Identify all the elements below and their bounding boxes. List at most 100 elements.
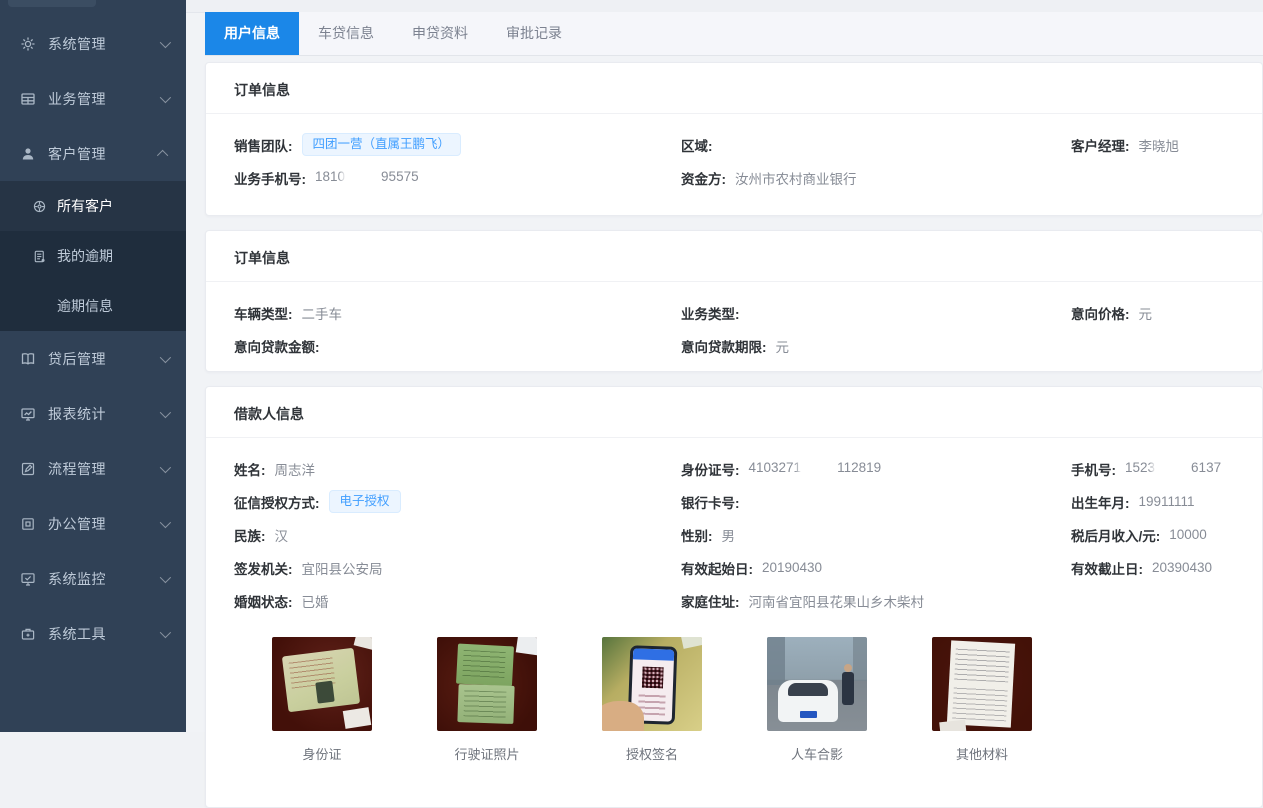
main-content: 用户信息 车贷信息 申贷资料 审批记录 订单信息 销售团队: 四团一营（直属王鹏… — [186, 0, 1263, 732]
field-customer-manager: 客户经理: 李晓旭 — [1071, 135, 1238, 155]
field-label: 有效起始日: — [681, 558, 753, 578]
field-value: 元 — [776, 336, 790, 356]
field-gender: 性别: 男 — [681, 525, 1071, 545]
loan-intent-card: 订单信息 车辆类型: 二手车 业务类型: 意向价格: 元 意向贷款金额: — [205, 230, 1263, 372]
field-id-number: 身份证号: 4103271112819 — [681, 459, 1071, 479]
photo-caption: 行驶证照片 — [437, 744, 537, 763]
field-label: 家庭住址: — [681, 591, 740, 611]
field-label: 手机号: — [1071, 459, 1116, 479]
tab-approval-records[interactable]: 审批记录 — [487, 12, 581, 55]
sidebar-item-label: 我的逾期 — [57, 246, 113, 266]
credit-auth-tag[interactable]: 电子授权 — [329, 490, 401, 514]
sidebar-item-customer-management[interactable]: 客户管理 — [0, 126, 186, 181]
redaction-patch — [346, 169, 380, 186]
sidebar-item-label: 办公管理 — [48, 514, 160, 534]
sidebar-item-label: 逾期信息 — [57, 296, 113, 316]
sidebar-item-business-management[interactable]: 业务管理 — [0, 71, 186, 126]
phone-qr-photo[interactable] — [602, 637, 702, 731]
sidebar-item-overdue-info[interactable]: 逾期信息 — [0, 281, 186, 331]
field-value: 10000 — [1169, 527, 1207, 542]
sales-team-tag[interactable]: 四团一营（直属王鹏飞） — [302, 133, 462, 157]
order-info-card: 订单信息 销售团队: 四团一营（直属王鹏飞） 区域: 客户经理: 李晓旭 业务手 — [205, 62, 1263, 216]
field-credit-auth-method: 征信授权方式: 电子授权 — [234, 490, 681, 514]
sidebar-item-my-overdue[interactable]: 我的逾期 — [0, 231, 186, 281]
chart-icon — [20, 406, 36, 422]
field-label: 意向价格: — [1071, 303, 1130, 323]
field-bank-card: 银行卡号: — [681, 492, 1071, 512]
grid-square-icon — [20, 516, 36, 532]
chevron-down-icon — [160, 626, 171, 637]
sidebar-top-remnant — [8, 0, 96, 7]
field-value: 181095575 — [315, 169, 419, 186]
field-monthly-income: 税后月收入/元: 10000 — [1071, 525, 1238, 545]
sidebar-item-postloan-management[interactable]: 贷后管理 — [0, 331, 186, 386]
field-issuing-authority: 签发机关: 宜阳县公安局 — [234, 558, 681, 578]
field-label: 销售团队: — [234, 135, 293, 155]
field-loan-amount: 意向贷款金额: — [234, 336, 681, 356]
handwritten-doc-photo[interactable] — [932, 637, 1032, 731]
field-sales-team: 销售团队: 四团一营（直属王鹏飞） — [234, 133, 681, 157]
field-value: 李晓旭 — [1139, 135, 1180, 155]
field-value: 已婚 — [302, 591, 329, 611]
field-label: 业务手机号: — [234, 168, 306, 188]
document-photos: 身份证 行驶证照片 授权签名 — [234, 617, 1238, 763]
sidebar-item-process-management[interactable]: 流程管理 — [0, 441, 186, 496]
book-icon — [20, 351, 36, 367]
tab-user-info[interactable]: 用户信息 — [205, 12, 299, 55]
field-value: 20390430 — [1152, 560, 1212, 575]
card-title: 借款人信息 — [206, 387, 1262, 438]
field-label: 区域: — [681, 135, 713, 155]
card-title: 订单信息 — [206, 231, 1262, 282]
field-label: 姓名: — [234, 459, 266, 479]
car-person-photo[interactable] — [767, 637, 867, 731]
photo-item: 行驶证照片 — [437, 637, 537, 763]
field-label: 婚姻状态: — [234, 591, 293, 611]
sidebar-menu: 系统管理 业务管理 客户管理 — [0, 0, 186, 661]
green-booklet-photo[interactable] — [437, 637, 537, 731]
table-icon — [20, 91, 36, 107]
photo-caption: 授权签名 — [602, 744, 702, 763]
tab-loan-application-docs[interactable]: 申贷资料 — [393, 12, 487, 55]
field-label: 有效截止日: — [1071, 558, 1143, 578]
tab-car-loan-info[interactable]: 车贷信息 — [299, 12, 393, 55]
field-label: 民族: — [234, 525, 266, 545]
field-value: 河南省宜阳县花果山乡木柴村 — [749, 591, 925, 611]
field-label: 征信授权方式: — [234, 492, 320, 512]
field-value: 汉 — [275, 525, 289, 545]
monitor-icon — [20, 571, 36, 587]
field-marital-status: 婚姻状态: 已婚 — [234, 591, 681, 611]
field-value: 20190430 — [762, 560, 822, 575]
card-title: 订单信息 — [206, 63, 1262, 114]
sidebar-item-label: 系统管理 — [48, 34, 160, 54]
photo-caption: 其他材料 — [932, 744, 1032, 763]
chevron-down-icon — [160, 91, 171, 102]
id-card-photo[interactable] — [272, 637, 372, 731]
redaction-patch — [1156, 460, 1190, 477]
sidebar-item-label: 贷后管理 — [48, 349, 160, 369]
field-value: 汝州市农村商业银行 — [735, 168, 857, 188]
sidebar-item-system-tools[interactable]: 系统工具 — [0, 606, 186, 661]
gear-icon — [20, 36, 36, 52]
field-mobile-phone: 手机号: 15236137 — [1071, 459, 1238, 479]
sidebar-item-label: 所有客户 — [57, 196, 113, 216]
photo-caption: 人车合影 — [767, 744, 867, 763]
chevron-down-icon — [160, 36, 171, 47]
sidebar-item-system-management[interactable]: 系统管理 — [0, 16, 186, 71]
sidebar-item-all-customers[interactable]: 所有客户 — [0, 181, 186, 231]
field-label: 银行卡号: — [681, 492, 740, 512]
field-vehicle-type: 车辆类型: 二手车 — [234, 303, 681, 323]
chevron-down-icon — [160, 406, 171, 417]
field-label: 意向贷款期限: — [681, 336, 767, 356]
sidebar-item-report-statistics[interactable]: 报表统计 — [0, 386, 186, 441]
field-label: 车辆类型: — [234, 303, 293, 323]
field-label: 性别: — [681, 525, 713, 545]
photo-item: 授权签名 — [602, 637, 702, 763]
field-home-address: 家庭住址: 河南省宜阳县花果山乡木柴村 — [681, 591, 1071, 611]
field-valid-from: 有效起始日: 20190430 — [681, 558, 1071, 578]
field-label: 资金方: — [681, 168, 726, 188]
borrower-info-card: 借款人信息 姓名: 周志洋 身份证号: 4103271112819 手机号: 1… — [205, 386, 1263, 808]
sidebar-item-system-monitor[interactable]: 系统监控 — [0, 551, 186, 606]
sidebar-item-office-management[interactable]: 办公管理 — [0, 496, 186, 551]
customer-submenu: 所有客户 我的逾期 逾期信息 — [0, 181, 186, 331]
field-value: 元 — [1139, 303, 1153, 323]
